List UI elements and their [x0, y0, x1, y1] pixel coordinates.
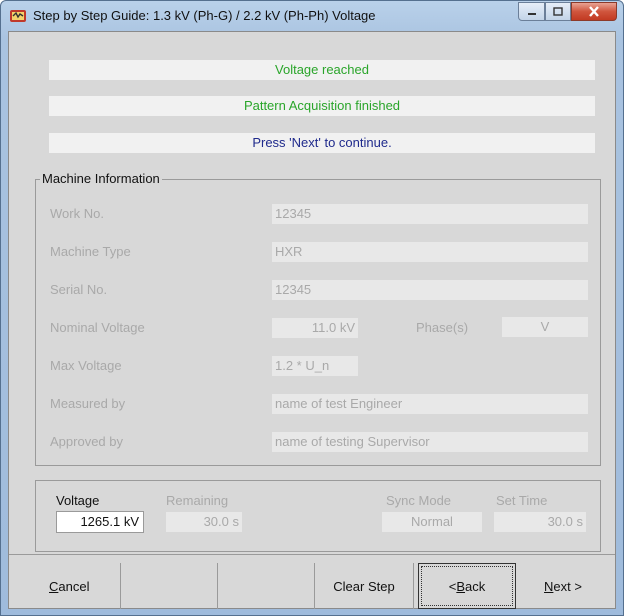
work-no-field: 12345 — [272, 204, 588, 224]
maximize-icon — [553, 7, 563, 16]
back-prefix: < — [448, 578, 457, 594]
dialog-client-area: Voltage reached Pattern Acquisition fini… — [8, 31, 616, 609]
minimize-button[interactable] — [518, 2, 545, 21]
title-bar[interactable]: Step by Step Guide: 1.3 kV (Ph-G) / 2.2 … — [1, 1, 623, 31]
remaining-label: Remaining — [166, 493, 229, 508]
back-label: ack — [465, 578, 486, 594]
voltage-field: 1265.1 kV — [56, 511, 144, 533]
machine-information-group: Machine Information Work No. 12345 Machi… — [35, 171, 601, 466]
set-time-label: Set Time — [496, 493, 548, 508]
window-controls — [518, 2, 617, 22]
next-button[interactable]: Next > — [518, 563, 608, 609]
status-instruction: Press 'Next' to continue. — [49, 133, 595, 153]
phases-field: V — [502, 317, 588, 337]
minimize-icon — [527, 12, 536, 15]
set-time-field: 30.0 s — [494, 512, 586, 532]
machine-type-field: HXR — [272, 242, 588, 262]
measured-by-label: Measured by — [50, 396, 126, 411]
next-label: ext > — [553, 578, 582, 594]
measurement-group: Voltage 1265.1 kV Remaining 30.0 s Sync … — [35, 480, 601, 552]
status-voltage-reached: Voltage reached — [49, 60, 595, 80]
close-button[interactable] — [571, 2, 617, 21]
clear-step-button[interactable]: Clear Step — [315, 563, 414, 609]
app-icon — [10, 10, 26, 22]
close-icon — [589, 6, 599, 17]
machine-type-label: Machine Type — [50, 244, 131, 259]
max-voltage-field: 1.2 * U_n — [272, 356, 358, 376]
nominal-voltage-label: Nominal Voltage — [50, 320, 145, 335]
serial-no-field: 12345 — [272, 280, 588, 300]
machine-information-legend: Machine Information — [40, 171, 162, 186]
next-mnemonic: N — [544, 578, 554, 594]
approved-by-label: Approved by — [50, 434, 123, 449]
maximize-button[interactable] — [545, 2, 571, 21]
cancel-label: ancel — [58, 578, 90, 594]
cancel-mnemonic: C — [49, 578, 59, 594]
window-title: Step by Step Guide: 1.3 kV (Ph-G) / 2.2 … — [33, 8, 376, 23]
max-voltage-label: Max Voltage — [50, 358, 122, 373]
clear-step-label: Clear Step — [333, 578, 395, 594]
empty-button-1[interactable] — [121, 563, 218, 609]
app-window: Step by Step Guide: 1.3 kV (Ph-G) / 2.2 … — [0, 0, 624, 616]
voltage-label: Voltage — [56, 493, 100, 508]
approved-by-field: name of testing Supervisor — [272, 432, 588, 452]
remaining-field: 30.0 s — [166, 512, 242, 532]
phases-label: Phase(s) — [416, 320, 469, 335]
back-mnemonic: B — [456, 578, 466, 594]
button-bar: Cancel Clear Step < Back Next > — [9, 554, 615, 611]
status-pattern-acquisition: Pattern Acquisition finished — [49, 96, 595, 116]
back-button[interactable]: < Back — [418, 563, 516, 609]
nominal-voltage-field: 11.0 kV — [272, 318, 358, 338]
empty-button-2[interactable] — [218, 563, 315, 609]
serial-no-label: Serial No. — [50, 282, 108, 297]
sync-mode-label: Sync Mode — [386, 493, 452, 508]
sync-mode-field: Normal — [382, 512, 482, 532]
cancel-button[interactable]: Cancel — [33, 563, 121, 609]
measured-by-field: name of test Engineer — [272, 394, 588, 414]
work-no-label: Work No. — [50, 206, 104, 221]
